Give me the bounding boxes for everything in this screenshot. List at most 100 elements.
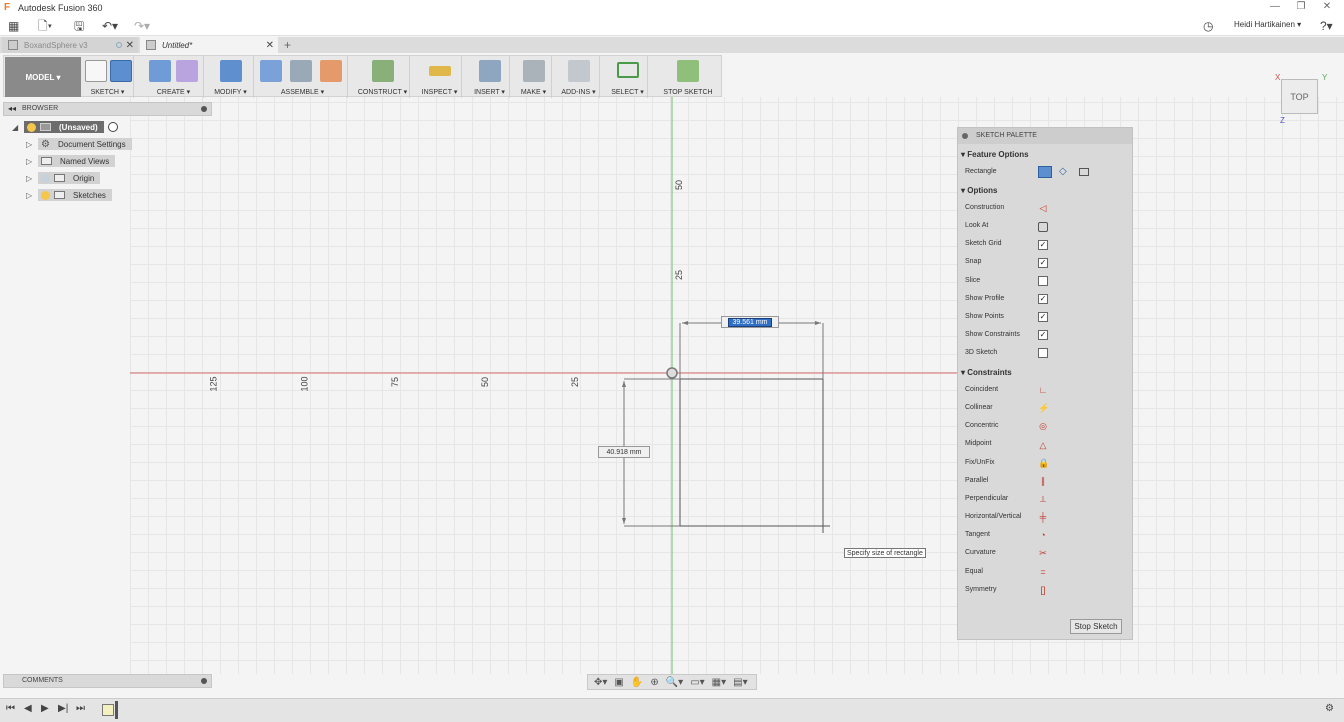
collapse-browser-icon[interactable]: ◂◂ xyxy=(8,104,16,113)
construct-menu-label[interactable]: CONSTRUCT ▾ xyxy=(356,88,409,96)
assemble-menu-label[interactable]: ASSEMBLE ▾ xyxy=(258,88,347,96)
browser-panel-header[interactable]: ◂◂ BROWSER xyxy=(3,102,212,116)
select-menu-label[interactable]: SELECT ▾ xyxy=(608,88,647,96)
sphere-mesh-icon[interactable] xyxy=(176,60,198,82)
3d-sketch-checkbox[interactable] xyxy=(1038,348,1048,358)
show-points-checkbox[interactable]: ✓ xyxy=(1038,312,1048,322)
display-settings-icon[interactable]: ▭▾ xyxy=(690,677,704,688)
equal-icon[interactable]: = xyxy=(1038,567,1048,577)
tree-item-named-views[interactable]: ▷ Named Views xyxy=(26,155,116,167)
tree-item-origin[interactable]: ▷ Origin xyxy=(26,172,101,184)
timeline-marker[interactable] xyxy=(115,701,118,719)
curvature-icon[interactable]: ✂ xyxy=(1038,548,1048,558)
go-to-start-icon[interactable]: ⏮ xyxy=(6,703,15,714)
offset-plane-icon[interactable] xyxy=(372,60,394,82)
constraints-section[interactable]: ▾ Constraints xyxy=(961,368,1012,377)
height-dimension-input[interactable]: 40.918 mm xyxy=(598,446,650,458)
pan-hand-icon[interactable]: ✋ xyxy=(631,677,643,688)
tangent-icon[interactable]: ◔ xyxy=(1038,530,1048,540)
make-group[interactable]: MAKE ▾ xyxy=(516,56,552,98)
construct-group[interactable]: CONSTRUCT ▾ xyxy=(356,56,410,98)
horizontal-vertical-icon[interactable]: ╪ xyxy=(1038,512,1048,522)
stop-sketch-button[interactable]: Stop Sketch xyxy=(1070,619,1122,634)
tree-node[interactable]: Sketches xyxy=(38,189,112,201)
stop-sketch-group[interactable]: STOP SKETCH xyxy=(656,56,720,98)
collinear-icon[interactable]: ⚡ xyxy=(1038,403,1049,413)
rectangle-tool-icon[interactable] xyxy=(110,60,132,82)
insert-menu-label[interactable]: INSERT ▾ xyxy=(470,88,509,96)
step-forward-icon[interactable]: ▶| xyxy=(58,703,68,714)
sketch-menu-label[interactable]: SKETCH ▾ xyxy=(82,88,133,96)
create-menu-label[interactable]: CREATE ▾ xyxy=(144,88,203,96)
symmetry-icon[interactable]: [] xyxy=(1038,585,1048,595)
width-value[interactable]: 39.561 mm xyxy=(728,317,772,327)
inspect-menu-label[interactable]: INSPECT ▾ xyxy=(418,88,461,96)
step-back-icon[interactable]: ◀ xyxy=(24,703,32,714)
height-value[interactable]: 40.918 mm xyxy=(606,449,641,456)
expand-icon[interactable]: ◢ xyxy=(12,123,20,132)
stop-sketch-label[interactable]: STOP SKETCH xyxy=(656,89,720,96)
scripts-addins-icon[interactable] xyxy=(568,60,590,82)
go-to-end-icon[interactable]: ⏭ xyxy=(76,703,85,714)
grid-settings-icon[interactable]: ▦▾ xyxy=(712,677,726,688)
timeline-sketch-feature-icon[interactable] xyxy=(102,704,114,716)
insert-group[interactable]: INSERT ▾ xyxy=(470,56,510,98)
parallel-icon[interactable]: ∥ xyxy=(1038,476,1048,486)
zoom-icon[interactable]: 🔍▾ xyxy=(666,677,683,688)
select-group[interactable]: SELECT ▾ xyxy=(608,56,648,98)
snap-checkbox[interactable]: ✓ xyxy=(1038,258,1048,268)
visibility-bulb-icon[interactable] xyxy=(41,190,50,200)
expand-icon[interactable]: ▷ xyxy=(26,174,34,183)
select-arrow-icon[interactable] xyxy=(617,62,639,78)
tree-root[interactable]: ◢ (Unsaved) xyxy=(12,121,118,133)
tree-node[interactable]: Named Views xyxy=(38,155,116,167)
3d-print-icon[interactable] xyxy=(523,60,545,82)
expand-icon[interactable]: ▷ xyxy=(26,140,34,149)
lock-icon[interactable]: 🔒 xyxy=(1038,458,1049,468)
tree-item-sketches[interactable]: ▷ Sketches xyxy=(26,189,112,201)
midpoint-icon[interactable]: △ xyxy=(1038,440,1048,450)
insert-image-icon[interactable] xyxy=(479,60,501,82)
viewcube-face[interactable]: TOP xyxy=(1290,92,1308,102)
extrude-icon[interactable] xyxy=(149,60,171,82)
activate-radio-icon[interactable] xyxy=(107,122,118,132)
center-rectangle-icon[interactable] xyxy=(1079,168,1089,176)
tree-node[interactable]: Origin xyxy=(38,172,101,184)
viewcube[interactable]: TOP xyxy=(1281,79,1318,114)
inspect-group[interactable]: INSPECT ▾ xyxy=(418,56,462,98)
modify-menu-label[interactable]: MODIFY ▾ xyxy=(208,88,253,96)
tree-node[interactable]: ⚙ Document Settings xyxy=(38,138,132,150)
visibility-bulb-icon[interactable] xyxy=(27,122,36,132)
new-component-icon[interactable] xyxy=(260,60,282,82)
play-icon[interactable]: ▶ xyxy=(41,703,49,714)
options-section[interactable]: ▾ Options xyxy=(961,186,997,195)
stop-sketch-flag-icon[interactable] xyxy=(677,60,699,82)
visibility-bulb-icon[interactable] xyxy=(41,173,50,183)
two-point-rectangle-icon[interactable] xyxy=(1038,166,1052,178)
construction-icon[interactable]: ◁ xyxy=(1038,203,1048,213)
zoom-window-icon[interactable]: ⊕ xyxy=(650,677,658,688)
slice-checkbox[interactable] xyxy=(1038,276,1048,286)
joint-icon[interactable] xyxy=(290,60,312,82)
show-profile-checkbox[interactable]: ✓ xyxy=(1038,294,1048,304)
three-point-rectangle-icon[interactable]: ◇ xyxy=(1059,166,1067,177)
browser-pin-icon[interactable] xyxy=(201,106,207,112)
concentric-icon[interactable]: ◎ xyxy=(1038,421,1048,431)
palette-collapse-icon[interactable] xyxy=(962,133,968,139)
workspace-switcher[interactable]: MODEL ▾ xyxy=(5,57,81,97)
sketch-grid-checkbox[interactable]: ✓ xyxy=(1038,240,1048,250)
expand-icon[interactable]: ▷ xyxy=(26,191,34,200)
look-at-icon[interactable]: ▣ xyxy=(614,677,623,688)
width-dimension-input[interactable]: 39.561 mm xyxy=(721,316,779,328)
sketch-group[interactable]: SKETCH ▾ xyxy=(82,56,134,98)
expand-icon[interactable]: ▷ xyxy=(26,157,34,166)
tree-node-root[interactable]: (Unsaved) xyxy=(24,121,104,133)
palette-header[interactable]: SKETCH PALETTE xyxy=(958,128,1132,144)
create-group[interactable]: CREATE ▾ xyxy=(144,56,204,98)
measure-icon[interactable] xyxy=(429,66,451,76)
comments-pin-icon[interactable] xyxy=(201,678,207,684)
viewports-icon[interactable]: ▤▾ xyxy=(733,677,747,688)
timeline-settings-gear-icon[interactable]: ⚙ xyxy=(1325,703,1334,714)
create-sketch-icon[interactable] xyxy=(85,60,107,82)
press-pull-icon[interactable] xyxy=(220,60,242,82)
